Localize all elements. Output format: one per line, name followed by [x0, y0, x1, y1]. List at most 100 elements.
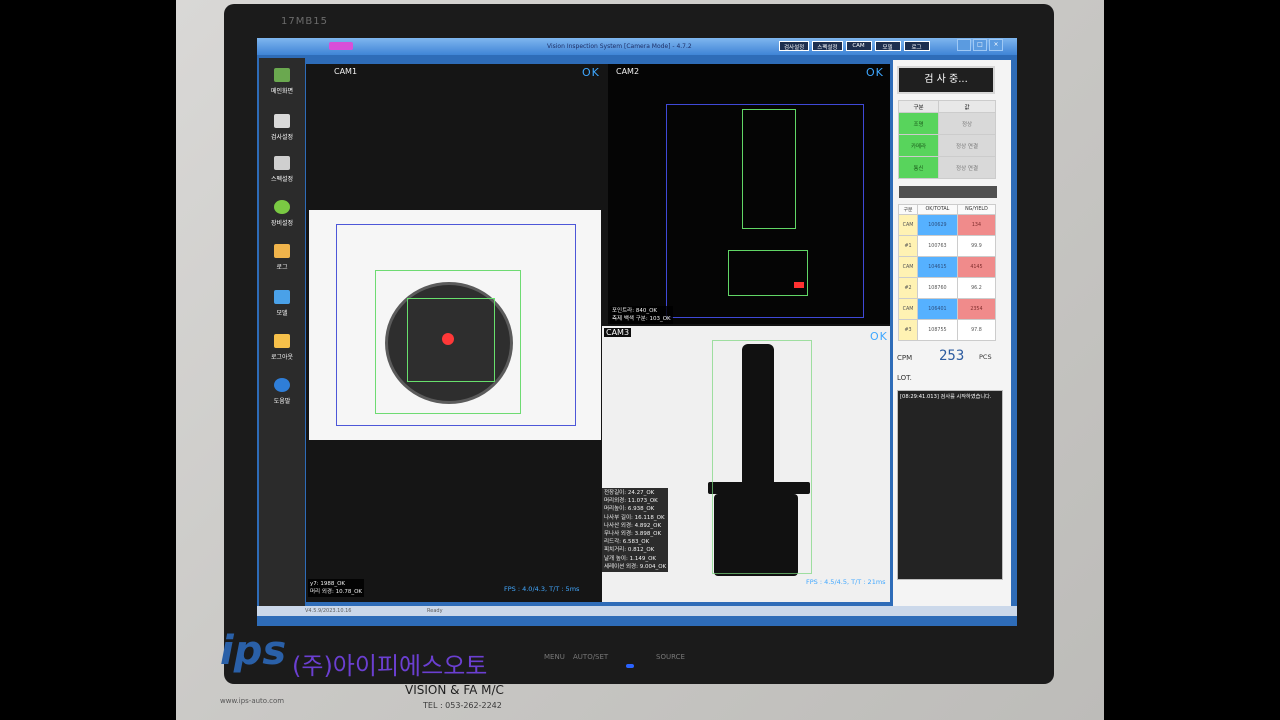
hw-autoset-button[interactable]: AUTO/SET — [573, 653, 608, 661]
stats-cell: 100763 — [916, 235, 958, 257]
cam3-overlay-line: 머리외경: 11.073_OK — [604, 498, 658, 505]
menu-inspection-settings[interactable]: 검사설정 — [779, 41, 810, 51]
stats-cell: #1 — [898, 235, 918, 257]
brand-url: www.ips-auto.com — [220, 697, 285, 705]
hw-menu-button[interactable]: MENU — [544, 653, 565, 661]
stats-cell: 134 — [956, 214, 997, 236]
table-row: 조명 정상 — [897, 112, 996, 135]
right-panel: 검 사 중... 구분 값 조명 정상 카메라 정상 연결 통신 정상 연결 구… — [893, 60, 1011, 606]
stats-cell: 106401 — [916, 298, 958, 320]
status-name: 조명 — [897, 112, 940, 135]
stats-cell: 108755 — [916, 319, 958, 341]
titlebar: Vision Inspection System [Camera Mode] -… — [257, 38, 1017, 55]
table-row: CAM 104615 4145 — [898, 256, 997, 278]
menu-spec-settings[interactable]: 스펙설정 — [812, 41, 843, 51]
cam1-fps: FPS : 4.0/4.3, T/T : 5ms — [504, 585, 580, 593]
cam3-panel: CAM3 OK 전장길이: 24.27_OK 머리외경: 11.073_OK 머… — [602, 326, 890, 602]
sidebar: 메인화면 검사설정 스펙설정 장비설정 로그 모델 로그아웃 도움말 — [259, 58, 305, 606]
table-header: OK/TOTAL — [916, 204, 958, 215]
sidebar-item-label: 장비설정 — [270, 220, 294, 227]
cam3-overlay-line: 피치거리: 0.812_OK — [604, 547, 655, 554]
camera-icon — [274, 68, 290, 82]
stats-cell: 100629 — [916, 214, 958, 236]
stats-cell: 108760 — [916, 277, 958, 299]
brand-tagline: VISION & FA M/C — [405, 683, 504, 697]
cam1-center-mark — [442, 333, 454, 345]
menu-model[interactable]: 모델 — [874, 41, 901, 51]
status-value: 정상 — [938, 112, 996, 135]
title-tag — [329, 42, 353, 50]
cam3-fps: FPS : 4.5/4.5, T/T : 21ms — [806, 578, 886, 586]
gear-icon — [274, 200, 290, 214]
cam3-overlay-line: 세레이션 외경: 9.004_OK — [604, 563, 667, 570]
cam3-overlay-line: 나사산 외경: 4.892_OK — [604, 522, 662, 529]
cam1-panel: CAM1 OK y7: 1988_OK 머리 외경: 10.78_OK FPS … — [306, 64, 608, 602]
key-icon — [274, 334, 290, 348]
sidebar-item-model[interactable]: 모델 — [259, 290, 305, 317]
power-led-icon[interactable] — [626, 664, 634, 668]
cam2-panel: CAM2 OK 포인트라: 840_OK 측제 백색 구분: 103_OK — [608, 64, 890, 325]
sidebar-item-inspection[interactable]: 검사설정 — [259, 114, 305, 141]
cam1-overlay: y7: 1988_OK 머리 외경: 10.78_OK — [308, 579, 365, 598]
cam1-image — [309, 210, 601, 440]
menu-log[interactable]: 로그 — [903, 41, 930, 51]
stats-cell: #2 — [898, 277, 918, 299]
stats-cell: CAM — [898, 256, 918, 278]
stats-cell: 4145 — [956, 256, 997, 278]
sidebar-item-log[interactable]: 로그 — [259, 244, 305, 271]
cam2-red-mark — [794, 282, 804, 288]
event-log[interactable]: [08:29:41.013] 검사를 시작하였습니다. — [897, 390, 1003, 580]
ready-text: Ready — [427, 608, 443, 614]
cam2-overlay-line: 측제 백색 구분: 103_OK — [612, 316, 671, 323]
table-row: CAM 100629 134 — [898, 214, 997, 236]
table-header: 값 — [938, 100, 996, 113]
stats-cell: 104615 — [916, 256, 958, 278]
cam1-overlay-line: y7: 1988_OK — [310, 581, 346, 587]
stats-cell: 97.8 — [956, 319, 997, 341]
sidebar-item-main[interactable]: 메인화면 — [259, 68, 305, 95]
status-value: 정상 연결 — [938, 134, 996, 157]
stats-cell: 99.9 — [956, 235, 997, 257]
cam3-overlay-line: 리드각: 6.583_OK — [604, 539, 650, 546]
cam3-overlay-line: 날개 높이: 1.149_OK — [604, 555, 657, 562]
cpm-value: 253 — [939, 348, 965, 364]
sidebar-item-logout[interactable]: 로그아웃 — [259, 334, 305, 361]
stats-cell: 2354 — [956, 298, 997, 320]
screen: Vision Inspection System [Camera Mode] -… — [257, 38, 1017, 626]
table-row: CAM 106401 2354 — [898, 298, 997, 320]
hw-source-button[interactable]: SOURCE — [656, 653, 685, 661]
cam2-overlay-line: 포인트라: 840_OK — [612, 308, 658, 314]
cam2-overlay: 포인트라: 840_OK 측제 백색 구분: 103_OK — [610, 306, 673, 325]
inspection-status: 검 사 중... — [897, 66, 995, 94]
cam3-overlay-line: 머리높이: 6.938_OK — [604, 506, 655, 513]
sidebar-item-spec[interactable]: 스펙설정 — [259, 156, 305, 183]
table-row: #2 108760 96.2 — [898, 277, 997, 299]
brand-company-name: (주)아이피에스오토 — [292, 652, 488, 680]
log-book-icon — [274, 244, 290, 258]
cam3-overlay: 전장길이: 24.27_OK 머리외경: 11.073_OK 머리높이: 6.9… — [602, 488, 669, 573]
cam3-ok: OK — [870, 330, 888, 343]
minimize-button[interactable] — [957, 39, 971, 51]
status-divider-bar — [899, 186, 997, 198]
brand-tel: TEL : 053-262-2242 — [423, 701, 502, 710]
table-row: #3 108755 97.8 — [898, 319, 997, 341]
maximize-button[interactable]: □ — [973, 39, 987, 51]
sidebar-item-equipment[interactable]: 장비설정 — [259, 200, 305, 227]
table-header: NG/YIELD — [956, 204, 997, 215]
top-menu: 검사설정 스펙설정 CAM 모델 로그 — [779, 41, 930, 51]
production-stats-table: 구분 OK/TOTAL NG/YIELD CAM 100629 134 #1 1… — [898, 204, 997, 341]
sidebar-item-label: 모델 — [276, 310, 288, 317]
cam3-outer-roi — [712, 340, 812, 574]
stats-cell: CAM — [898, 214, 918, 236]
cam2-upper-roi — [742, 109, 796, 229]
menu-cam[interactable]: CAM — [845, 41, 872, 51]
cam2-label: CAM2 — [616, 67, 640, 76]
close-button[interactable]: × — [989, 39, 1003, 51]
cam1-label: CAM1 — [334, 67, 358, 76]
table-row: 카메라 정상 연결 — [897, 134, 996, 157]
cpm-unit: PCS — [979, 353, 992, 361]
sidebar-item-help[interactable]: 도움말 — [259, 378, 305, 405]
cam3-overlay-line: 무나사 외경: 3.898_OK — [604, 531, 662, 538]
status-bar: V4.5.9/2023.10.16 Ready — [257, 606, 1017, 616]
sidebar-item-label: 도움말 — [273, 398, 291, 405]
